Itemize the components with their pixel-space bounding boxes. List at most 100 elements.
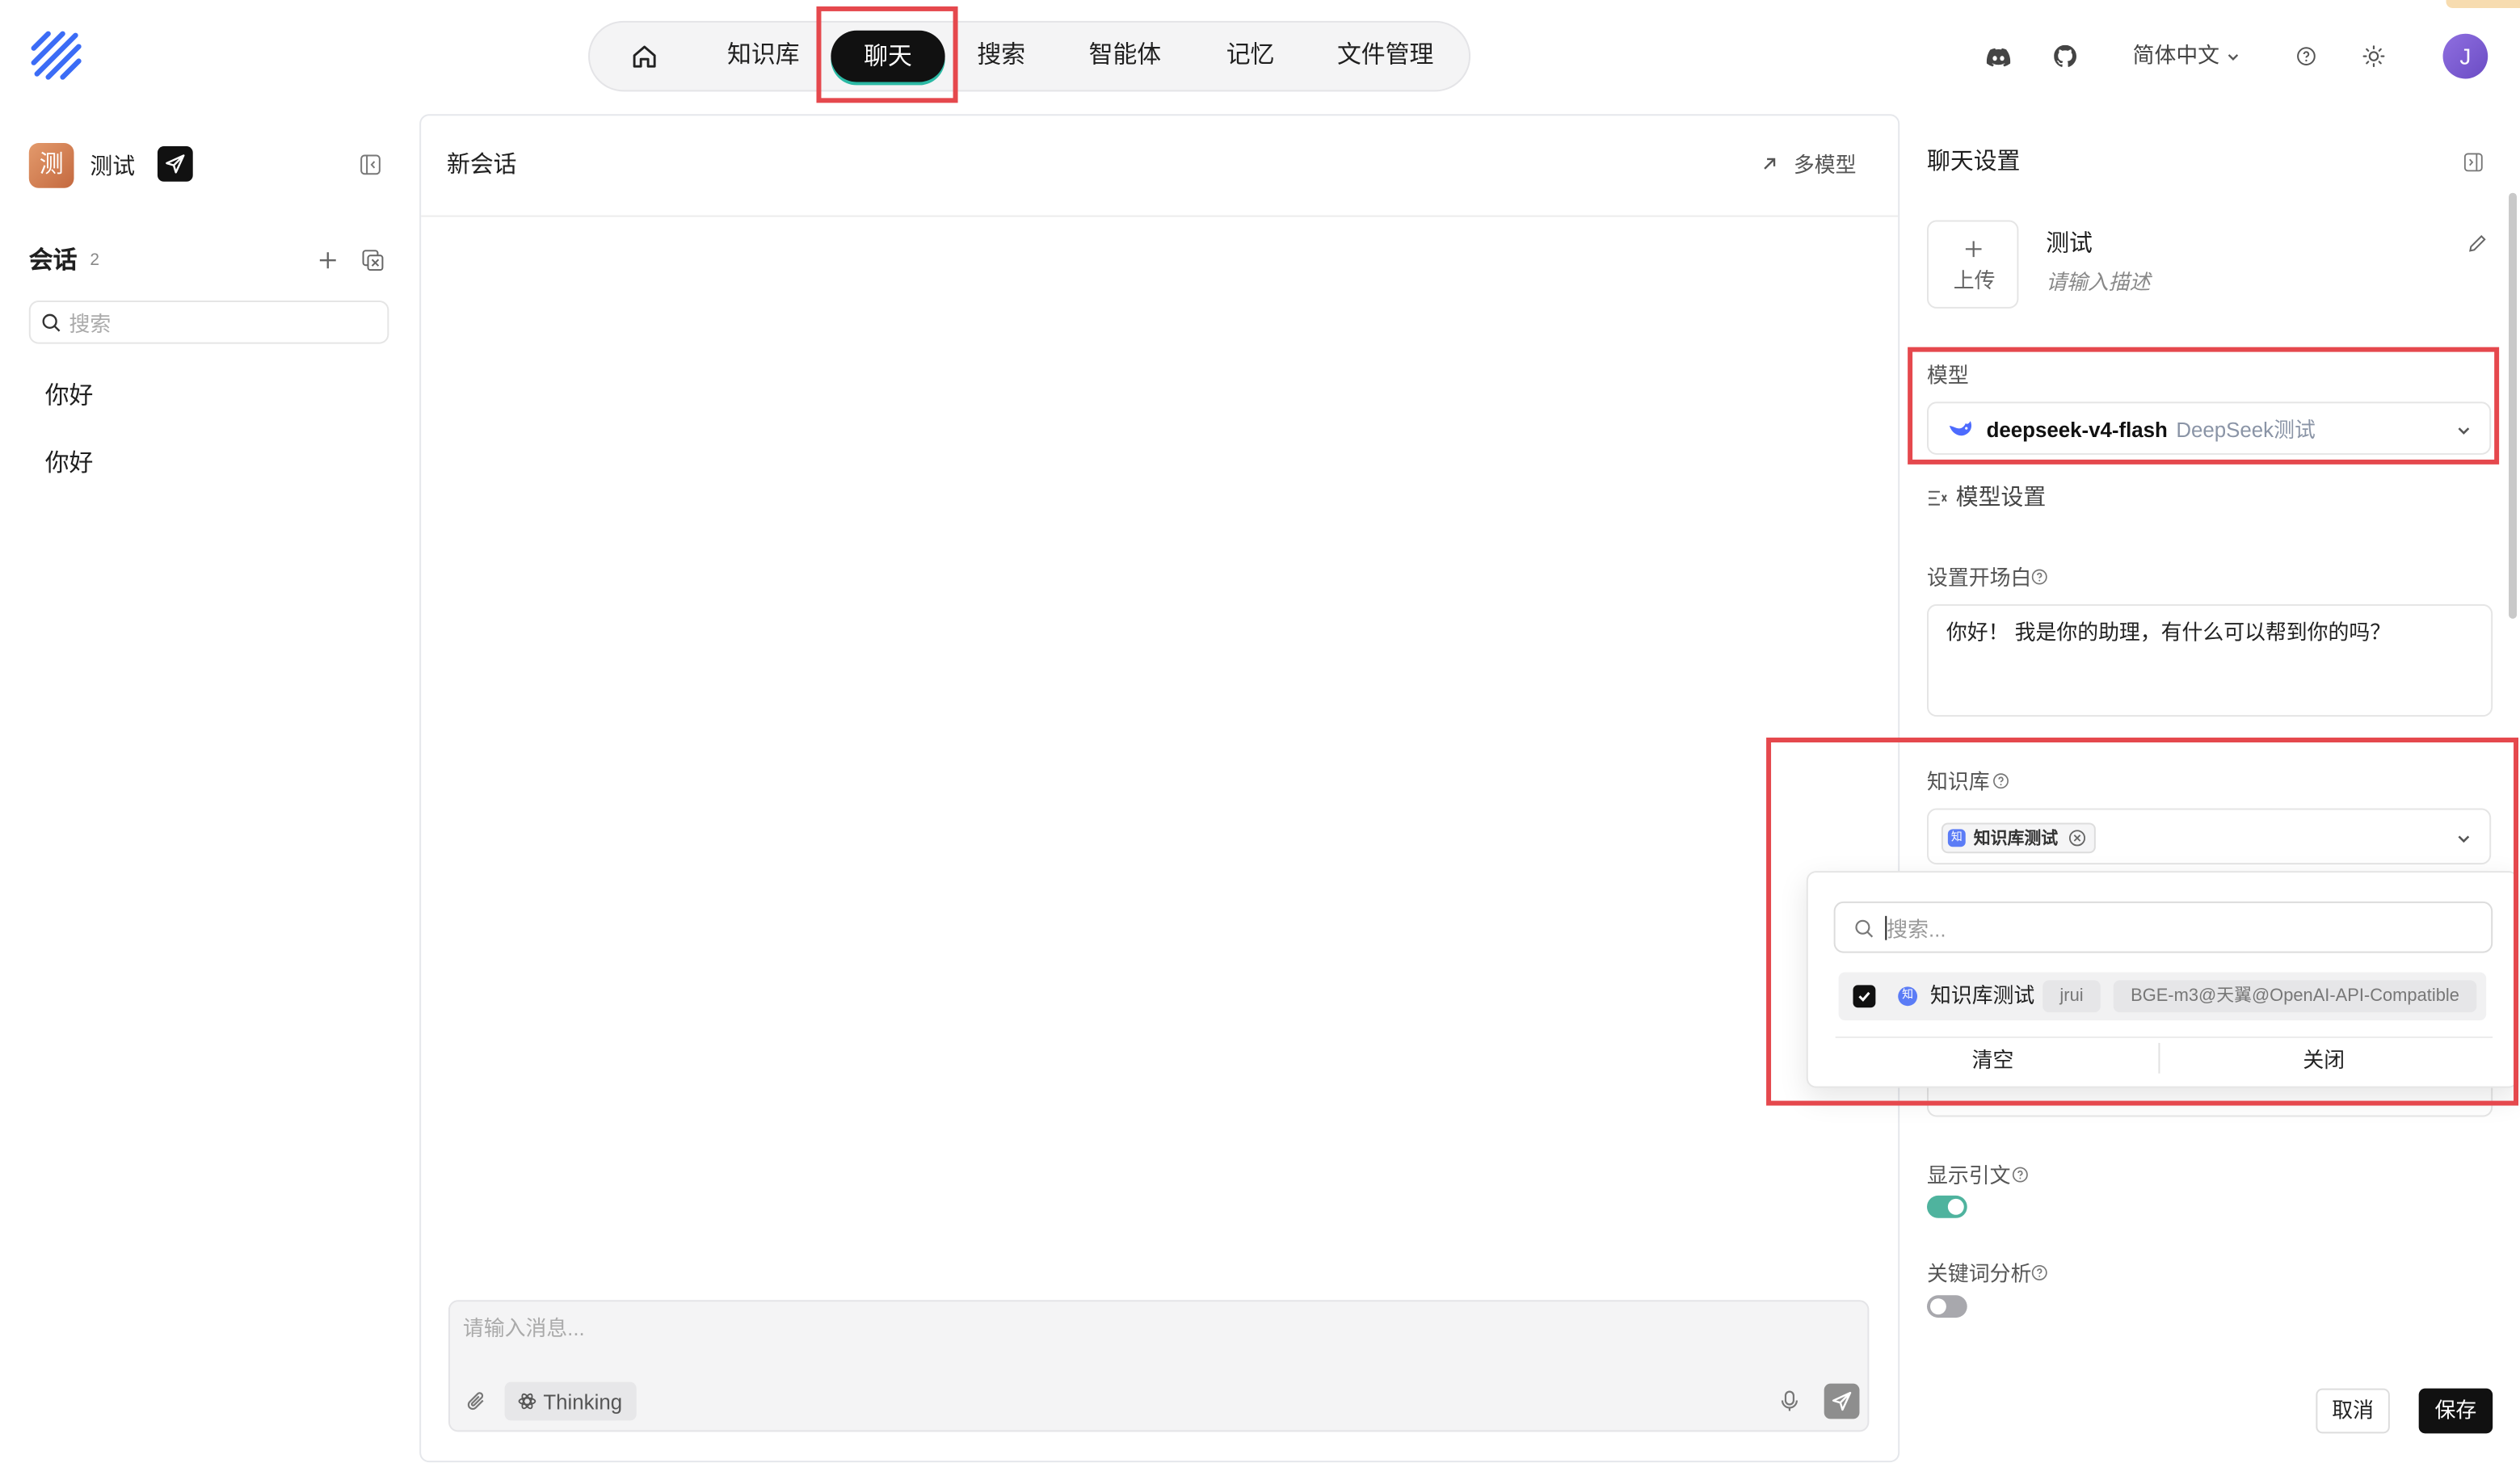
nav-item-file-management[interactable]: 文件管理: [1329, 44, 1441, 68]
selected-kb-chip: 知 知识库测试: [1941, 822, 2096, 854]
remove-chip-icon[interactable]: [2068, 829, 2086, 847]
button-divider: [2158, 1042, 2160, 1074]
logo-icon[interactable]: [29, 29, 84, 84]
model-provider: DeepSeek测试: [2176, 418, 2316, 443]
kb-owner-tag: jrui: [2043, 980, 2101, 1013]
chevron-down-icon: [2458, 427, 2470, 435]
kb-search-input[interactable]: 搜索...: [1833, 901, 2493, 953]
opening-message-textarea[interactable]: 你好！ 我是你的助理，有什么可以帮到你的吗？: [1927, 603, 2493, 717]
microphone-icon[interactable]: [1781, 1390, 1798, 1413]
paperclip-icon[interactable]: [466, 1390, 487, 1413]
collapse-settings-icon[interactable]: [2463, 153, 2483, 172]
save-label: 保存: [2434, 1398, 2477, 1423]
atom-icon: [518, 1393, 536, 1410]
opening-message-text: 你好！ 我是你的助理，有什么可以帮到你的吗？: [1946, 620, 2392, 645]
show-citation-label: 显示引文: [1927, 1163, 2011, 1188]
conversation-item[interactable]: 你好: [45, 384, 94, 408]
thinking-toggle[interactable]: Thinking: [504, 1381, 637, 1421]
dropdown-divider: [1835, 1036, 2493, 1038]
nav-item-agents[interactable]: 智能体: [1077, 44, 1173, 68]
plus-icon: [1965, 241, 1982, 258]
kb-icon: 知: [1947, 829, 1966, 847]
send-button[interactable]: [1824, 1383, 1860, 1419]
collapse-sidebar-icon[interactable]: [360, 154, 381, 175]
kb-search-placeholder: 搜索...: [1887, 917, 1946, 942]
conversation-search-placeholder: 搜索: [69, 311, 111, 336]
settings-scrollbar[interactable]: [2509, 192, 2518, 619]
kb-icon: 知: [1898, 986, 1918, 1007]
github-icon[interactable]: [2054, 44, 2076, 68]
conversations-title: 会话: [28, 247, 78, 275]
search-icon: [1855, 919, 1874, 938]
kb-embedding-tag: BGE-m3@天翼@OpenAI-API-Compatible: [2113, 980, 2477, 1013]
send-icon: [1832, 1391, 1852, 1411]
send-icon-badge[interactable]: [157, 146, 193, 182]
kb-option-checkbox[interactable]: [1853, 985, 1876, 1008]
thinking-label: Thinking: [543, 1390, 623, 1415]
upload-avatar-button[interactable]: 上传: [1927, 220, 2019, 309]
knowledge-base-dropdown: 搜索... 知 知识库测试 jrui BGE-m3@天翼@OpenAI-API-…: [1806, 871, 2519, 1088]
help-icon[interactable]: [2031, 1264, 2047, 1280]
help-icon[interactable]: [2031, 569, 2047, 585]
close-button[interactable]: 关闭: [2244, 1049, 2404, 1070]
conversation-search-input[interactable]: 搜索: [28, 300, 389, 344]
deepseek-whale-icon: [1949, 421, 1972, 436]
model-settings-label: 模型设置: [1955, 483, 2047, 510]
save-button[interactable]: 保存: [2418, 1388, 2493, 1434]
language-label: 简体中文: [2132, 43, 2220, 68]
help-icon[interactable]: [2297, 47, 2316, 66]
nav-item-knowledge-base[interactable]: 知识库: [715, 44, 811, 68]
nav-item-search[interactable]: 搜索: [961, 44, 1041, 68]
description-field[interactable]: 请输入描述: [2046, 271, 2150, 292]
opening-label: 设置开场白: [1927, 566, 2032, 591]
show-citation-toggle[interactable]: [1927, 1195, 1967, 1218]
nav-item-chat-label: 聊天: [864, 43, 912, 71]
avatar[interactable]: J: [2442, 33, 2488, 79]
conversation-item[interactable]: 你好: [45, 452, 94, 476]
settings-title: 聊天设置: [1927, 149, 2021, 175]
notification-banner-edge: [2446, 0, 2520, 8]
chevron-down-icon: [2226, 50, 2240, 65]
multi-model-label: 多模型: [1793, 152, 1857, 177]
cancel-label: 取消: [2332, 1398, 2374, 1423]
avatar-initial: J: [2459, 43, 2472, 69]
assistant-avatar-char: 测: [39, 150, 64, 179]
nav-item-chat[interactable]: 聊天: [831, 30, 945, 82]
cancel-button[interactable]: 取消: [2316, 1388, 2390, 1434]
nav-item-memory[interactable]: 记忆: [1210, 44, 1290, 68]
keyword-analysis-label: 关键词分析: [1927, 1261, 2032, 1286]
keyword-analysis-toggle[interactable]: [1927, 1295, 1967, 1318]
assistant-name-field[interactable]: 测试: [2046, 233, 2093, 256]
knowledge-base-select[interactable]: 知 知识库测试: [1927, 808, 2492, 865]
upload-label: 上传: [1953, 268, 1996, 293]
chat-panel: [419, 114, 1900, 1463]
sliders-icon: [1928, 490, 1947, 506]
chat-title: 新会话: [446, 152, 517, 179]
assistant-name[interactable]: 测试: [90, 154, 135, 177]
search-icon: [42, 313, 61, 332]
sun-icon[interactable]: [2362, 45, 2385, 68]
app-window: 知识库 聊天 搜索 智能体 记忆 文件管理 简体中文 J 测 测试 会话 2 搜…: [0, 0, 2520, 1480]
message-input[interactable]: 请输入消息...: [448, 1300, 1870, 1432]
chevron-down-icon: [2458, 835, 2470, 843]
help-icon[interactable]: [1993, 773, 2009, 789]
assistant-avatar: 测: [28, 143, 74, 188]
arrow-up-right-icon: [1764, 158, 1776, 170]
conversations-count: 2: [90, 250, 100, 271]
help-icon[interactable]: [2012, 1167, 2028, 1183]
home-icon[interactable]: [630, 42, 659, 71]
discord-icon[interactable]: [1986, 45, 2011, 69]
kb-option-row[interactable]: 知 知识库测试 jrui BGE-m3@天翼@OpenAI-API-Compat…: [1838, 972, 2487, 1021]
knowledge-base-label: 知识库: [1927, 769, 1990, 794]
kb-option-name: 知识库测试: [1929, 983, 2035, 1008]
clear-button[interactable]: 清空: [1912, 1049, 2073, 1070]
add-conversation-icon[interactable]: [318, 250, 338, 270]
model-label: 模型: [1927, 363, 1969, 388]
model-select[interactable]: deepseek-v4-flash DeepSeek测试: [1927, 402, 2492, 455]
message-input-placeholder: 请输入消息...: [462, 1316, 585, 1340]
batch-delete-icon[interactable]: [362, 249, 385, 271]
selected-kb-name: 知识库测试: [1973, 829, 2059, 849]
model-name: deepseek-v4-flash: [1986, 418, 2168, 443]
header-divider: [421, 215, 1899, 217]
edit-pencil-icon[interactable]: [2467, 233, 2488, 254]
